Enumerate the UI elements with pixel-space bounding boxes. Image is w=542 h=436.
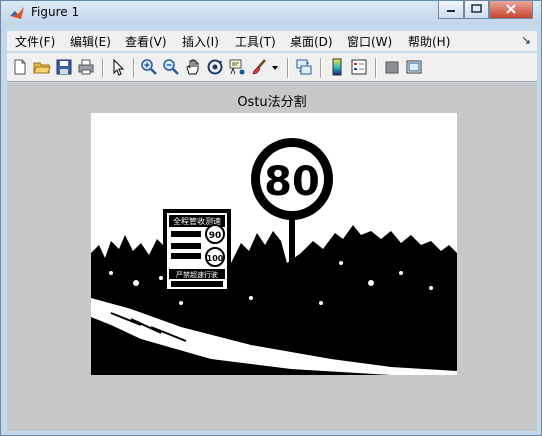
insert-colorbar-icon[interactable]: [328, 58, 346, 76]
close-button[interactable]: [489, 1, 533, 19]
toolbar-separator: [102, 58, 104, 78]
close-icon: [506, 4, 516, 14]
billboard-footer: 严禁超速行驶: [176, 270, 218, 279]
billboard-limit-100: 100: [207, 254, 224, 263]
figure-canvas: Ostu法分割 全程管收测速 90 100 严禁超速行驶 80: [7, 83, 537, 431]
zoom-in-icon[interactable]: [140, 58, 158, 76]
insert-legend-icon[interactable]: [350, 58, 368, 76]
menu-desktop[interactable]: 桌面(D): [290, 33, 333, 50]
menu-file[interactable]: 文件(F): [15, 33, 55, 50]
save-icon[interactable]: [55, 58, 73, 76]
rotate-3d-icon[interactable]: [206, 58, 224, 76]
zoom-out-icon[interactable]: [162, 58, 180, 76]
link-plot-icon[interactable]: [295, 58, 313, 76]
minimize-icon: [447, 10, 455, 12]
brush-dropdown-icon[interactable]: [270, 58, 280, 76]
toolbar-separator: [287, 58, 289, 78]
menu-bar: 文件(F) 编辑(E) 查看(V) 插入(I) 工具(T) 桌面(D) 窗口(W…: [7, 31, 537, 51]
hide-plot-tools-icon[interactable]: [383, 58, 401, 76]
image-axes[interactable]: 全程管收测速 90 100 严禁超速行驶 80: [91, 113, 457, 375]
title-bar[interactable]: Figure 1: [1, 1, 541, 25]
edit-plot-icon[interactable]: [109, 58, 127, 76]
brush-icon[interactable]: [250, 58, 268, 76]
figure-toolbar: [7, 52, 537, 82]
data-cursor-icon[interactable]: [228, 58, 246, 76]
maximize-button[interactable]: [464, 1, 489, 19]
open-file-icon[interactable]: [33, 58, 51, 76]
menu-help[interactable]: 帮助(H): [408, 33, 450, 50]
matlab-logo-icon: [10, 7, 24, 19]
figure-window: Figure 1 文件(F) 编辑(E) 查看(V) 插入(I) 工具(T) 桌…: [0, 0, 542, 436]
dock-arrow-icon[interactable]: ↘: [521, 33, 531, 47]
billboard-limit-90: 90: [209, 231, 222, 241]
speed-limit-number: 80: [264, 159, 320, 205]
menu-tools[interactable]: 工具(T): [235, 33, 276, 50]
new-figure-icon[interactable]: [11, 58, 29, 76]
menu-insert[interactable]: 插入(I): [182, 33, 219, 50]
maximize-icon: [471, 4, 482, 13]
toolbar-separator: [133, 58, 135, 78]
otsu-segmented-image: 全程管收测速 90 100 严禁超速行驶 80: [91, 113, 457, 375]
menu-window[interactable]: 窗口(W): [347, 33, 392, 50]
minimize-button[interactable]: [438, 1, 464, 19]
print-icon[interactable]: [77, 58, 95, 76]
menu-edit[interactable]: 编辑(E): [70, 33, 111, 50]
show-plot-tools-icon[interactable]: [405, 58, 423, 76]
toolbar-separator: [375, 58, 377, 78]
pan-icon[interactable]: [184, 58, 202, 76]
axes-title: Ostu法分割: [237, 95, 307, 110]
window-title: Figure 1: [31, 5, 80, 19]
menu-view[interactable]: 查看(V): [125, 33, 167, 50]
toolbar-separator: [320, 58, 322, 78]
